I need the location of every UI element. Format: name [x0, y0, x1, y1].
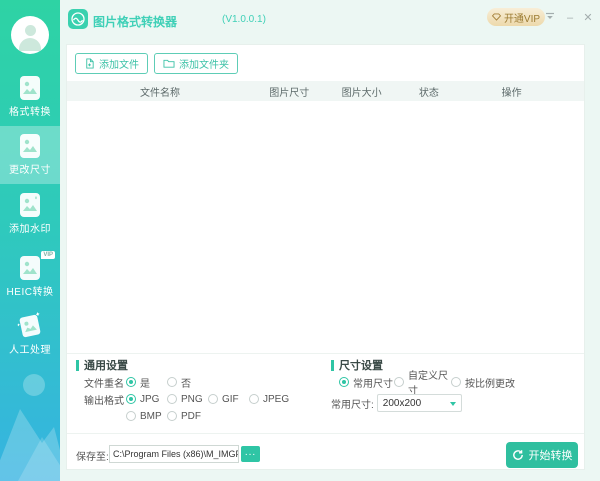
refresh-icon	[512, 449, 524, 461]
format-label: 输出格式	[84, 392, 126, 407]
save-to-label: 保存至:	[76, 448, 109, 463]
resize-icon	[17, 133, 43, 159]
open-vip-button[interactable]: 开通VIP	[487, 8, 545, 26]
chevron-down-icon	[450, 402, 456, 406]
footer-bar: 保存至: C:\Program Files (x86)\M_IMGFORMA .…	[67, 441, 584, 467]
browse-button[interactable]: ...	[241, 446, 260, 462]
app-title: 图片格式转换器	[93, 13, 177, 30]
start-convert-label: 开始转换	[529, 447, 573, 463]
size-mode-custom[interactable]: 自定义尺寸	[394, 367, 451, 397]
size-mode-ratio[interactable]: 按比例更改	[451, 375, 515, 390]
format-convert-icon	[17, 75, 43, 101]
format-option-gif[interactable]: GIF	[208, 394, 249, 405]
rename-label: 文件重名	[84, 375, 126, 390]
add-file-button[interactable]: 添加文件	[75, 53, 148, 74]
radio-icon[interactable]	[126, 377, 136, 387]
radio-icon[interactable]	[126, 411, 136, 421]
sidebar-item-label: 人工处理	[0, 341, 60, 356]
radio-icon[interactable]	[167, 377, 177, 387]
add-folder-button[interactable]: 添加文件夹	[154, 53, 238, 74]
close-button[interactable]: ✕	[580, 10, 596, 26]
size-mode-row: 常用尺寸 自定义尺寸 按比例更改	[339, 375, 515, 389]
watermark-icon	[17, 192, 43, 218]
radio-icon[interactable]	[394, 377, 404, 387]
format-option-pdf[interactable]: PDF	[167, 411, 208, 422]
user-avatar[interactable]	[11, 16, 49, 54]
toolbar: 添加文件 添加文件夹	[75, 53, 238, 74]
divider	[67, 433, 584, 434]
add-folder-icon	[163, 58, 175, 69]
size-settings-header: 尺寸设置	[331, 357, 383, 373]
radio-icon[interactable]	[167, 394, 177, 404]
radio-icon[interactable]	[249, 394, 259, 404]
vip-badge: VIP	[41, 251, 55, 259]
format-option-jpg[interactable]: JPG	[126, 394, 167, 405]
radio-icon[interactable]	[126, 394, 136, 404]
sidebar-item-resize[interactable]: 更改尺寸	[0, 126, 60, 184]
add-file-label: 添加文件	[99, 56, 139, 71]
avatar-person-icon	[25, 25, 36, 36]
sidebar-item-manual-process[interactable]: 人工处理	[0, 306, 60, 364]
add-file-icon	[84, 58, 95, 69]
preset-size-value: 200x200	[383, 398, 421, 409]
column-header-status: 状态	[398, 84, 460, 99]
preset-size-select[interactable]: 200x200	[377, 394, 462, 412]
column-header-action: 操作	[460, 84, 563, 99]
radio-icon[interactable]	[167, 411, 177, 421]
format-option-bmp[interactable]: BMP	[126, 411, 167, 422]
format-setting-row-2: BMP PDF	[126, 409, 208, 423]
file-table-header: 文件名称 图片尺寸 图片大小 状态 操作	[67, 81, 584, 101]
sidebar-item-watermark[interactable]: 添加水印	[0, 185, 60, 243]
radio-icon[interactable]	[339, 377, 349, 387]
manual-process-icon	[15, 311, 46, 342]
general-settings-header: 通用设置	[76, 357, 128, 373]
rename-setting-row: 文件重名 是 否	[84, 375, 208, 389]
column-header-dimensions: 图片尺寸	[253, 84, 325, 99]
menu-dropdown-icon[interactable]	[542, 10, 558, 26]
accent-bar	[76, 360, 79, 371]
divider	[67, 353, 584, 354]
app-window: 格式转换 更改尺寸 添加水印 VIP HEIC转换 人工处理	[0, 0, 600, 481]
column-header-filename: 文件名称	[67, 84, 253, 99]
minimize-button[interactable]: –	[562, 10, 578, 26]
sidebar-item-label: HEIC转换	[0, 283, 60, 298]
format-setting-row: 输出格式 JPG PNG GIF JPEG	[84, 392, 290, 406]
size-mode-preset[interactable]: 常用尺寸	[339, 375, 394, 390]
sidebar-item-label: 格式转换	[0, 103, 60, 118]
rename-option-yes[interactable]: 是	[126, 375, 167, 390]
heic-convert-icon	[17, 255, 43, 281]
main-panel: 添加文件 添加文件夹 文件名称 图片尺寸 图片大小 状态 操作 通用设置 文件重…	[66, 44, 585, 470]
sidebar: 格式转换 更改尺寸 添加水印 VIP HEIC转换 人工处理	[0, 0, 60, 481]
sidebar-item-label: 添加水印	[0, 220, 60, 235]
sidebar-item-format-convert[interactable]: 格式转换	[0, 68, 60, 126]
rename-option-no[interactable]: 否	[167, 375, 208, 390]
save-path-input[interactable]: C:\Program Files (x86)\M_IMGFORMA	[109, 445, 239, 463]
mountains-decoration	[0, 371, 60, 481]
format-option-jpeg[interactable]: JPEG	[249, 394, 290, 405]
gem-icon	[492, 13, 501, 21]
titlebar: 图片格式转换器 (V1.0.0.1) 开通VIP – ✕	[60, 0, 600, 42]
column-header-filesize: 图片大小	[325, 84, 397, 99]
sidebar-item-label: 更改尺寸	[0, 161, 60, 176]
start-convert-button[interactable]: 开始转换	[506, 442, 578, 468]
preset-size-label: 常用尺寸:	[331, 396, 374, 411]
vip-label: 开通VIP	[504, 10, 540, 25]
format-option-png[interactable]: PNG	[167, 394, 208, 405]
accent-bar	[331, 360, 334, 371]
app-version: (V1.0.0.1)	[222, 14, 266, 25]
radio-icon[interactable]	[208, 394, 218, 404]
add-folder-label: 添加文件夹	[179, 56, 229, 71]
preset-size-row: 常用尺寸: 200x200	[331, 394, 462, 412]
app-logo-icon	[68, 9, 88, 29]
radio-icon[interactable]	[451, 377, 461, 387]
sidebar-item-heic-convert[interactable]: VIP HEIC转换	[0, 248, 60, 306]
